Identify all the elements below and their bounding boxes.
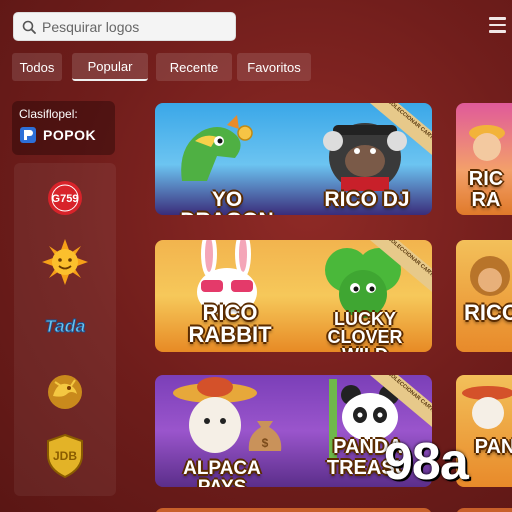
game-title-yo-dragon: YO DRAGON — [180, 188, 273, 215]
game-card-partial[interactable] — [155, 508, 432, 512]
game-card-rico-ra[interactable]: RIC RA — [456, 103, 512, 215]
game-card-yo-dragon[interactable]: YO DRAGON RICO DJ COLECCIONAR CARTA — [155, 103, 432, 215]
dragon-logo-icon — [48, 375, 82, 409]
game-title-rico-rabbit: RICO RABBIT — [188, 300, 272, 347]
svg-text:JDB: JDB — [53, 449, 77, 463]
tada-logo-icon: Tada — [44, 316, 86, 337]
tab-todos[interactable]: Todos — [12, 53, 62, 81]
sun-logo-icon — [42, 239, 88, 285]
provider-sidebar: G759 Tada JDB — [14, 163, 116, 496]
provider-dragon[interactable] — [40, 369, 90, 415]
money-bag-icon: $ — [248, 421, 282, 451]
game-card-rico[interactable]: RICO — [456, 240, 512, 352]
svg-text:$: $ — [262, 436, 269, 450]
svg-text:Tada: Tada — [45, 316, 86, 336]
character-icon — [469, 125, 505, 161]
popok-logo-icon — [20, 127, 36, 143]
character-icon — [462, 386, 512, 429]
provider-ranking: Clasiflopel: POPOK — [12, 101, 115, 155]
popok-brand[interactable]: POPOK — [19, 126, 108, 144]
provider-tada[interactable]: Tada — [40, 303, 90, 349]
g759-logo-icon: G759 — [48, 181, 82, 215]
tab-recente[interactable]: Recente — [156, 53, 232, 81]
tab-favoritos[interactable]: Favoritos — [237, 53, 311, 81]
character-icon — [470, 256, 510, 296]
provider-g759[interactable]: G759 — [40, 175, 90, 221]
watermark-text: 98a — [384, 433, 469, 491]
game-title-rico: RICO — [464, 300, 512, 325]
tab-popular[interactable]: Popular — [72, 53, 148, 81]
game-card-partial[interactable] — [456, 508, 512, 512]
dragon-character-icon — [181, 115, 253, 181]
search-bar[interactable] — [13, 12, 236, 41]
ranking-title: Clasiflopel: — [19, 107, 78, 121]
svg-text:G759: G759 — [52, 193, 79, 205]
game-card-rico-rabbit[interactable]: RICO RABBIT LUCKY CLOVER WILD COLECCIONA… — [155, 240, 432, 352]
jdb-shield-logo-icon: JDB — [47, 433, 83, 479]
popok-brand-label: POPOK — [43, 127, 97, 143]
game-title-alpaca-pays: ALPACA PAYS — [183, 458, 261, 487]
hamburger-menu-icon[interactable] — [489, 17, 506, 33]
search-icon — [22, 20, 36, 34]
provider-sun[interactable] — [40, 239, 90, 285]
game-title-rico-dj: RICO DJ — [324, 188, 410, 211]
game-title-lucky-clover-wild: LUCKY CLOVER WILD — [327, 309, 403, 352]
search-input[interactable] — [42, 18, 222, 35]
game-title-pan: PAN — [474, 436, 512, 458]
game-title-rico-ra: RIC RA — [468, 168, 504, 211]
provider-jdb[interactable]: JDB — [40, 433, 90, 479]
